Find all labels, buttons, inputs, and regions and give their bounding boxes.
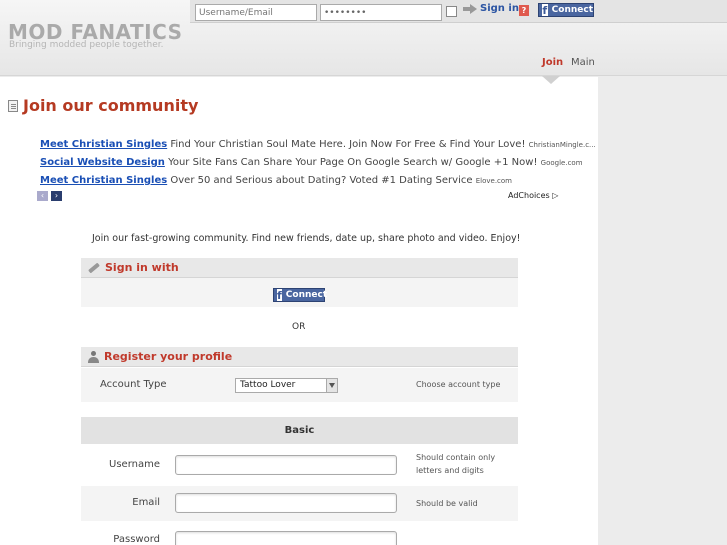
ad-link[interactable]: Social Website Design	[40, 157, 165, 168]
facebook-connect-button[interactable]: f Connect	[273, 288, 328, 302]
arrow-right-icon	[463, 3, 477, 14]
adchoices-link[interactable]: AdChoices ▷	[508, 191, 558, 200]
username-hint-line: Should contain only	[416, 453, 496, 462]
nav-tab-main[interactable]: Main	[571, 57, 595, 68]
nav-pointer-arrow	[542, 76, 560, 84]
username-label: Username	[109, 459, 160, 470]
chevron-down-icon	[326, 379, 337, 392]
ad-domain: ChristianMingle.c...	[528, 141, 596, 149]
register-section-header: Register your profile	[81, 346, 518, 367]
ad-line: Meet Christian Singles Find Your Christi…	[40, 139, 596, 150]
ad-line: Social Website Design Your Site Fans Can…	[40, 157, 583, 168]
signin-section-title: Sign in with	[105, 261, 179, 274]
ad-next-button[interactable]: ›	[51, 191, 62, 201]
user-icon	[88, 350, 99, 363]
username-hint: Should contain only letters and digits	[416, 451, 495, 477]
ad-link[interactable]: Meet Christian Singles	[40, 139, 167, 150]
facebook-icon: f	[542, 4, 548, 17]
facebook-connect-label: Connect	[285, 290, 328, 300]
document-icon	[8, 99, 18, 112]
email-label: Email	[132, 497, 160, 508]
ad-domain: Elove.com	[475, 177, 512, 185]
account-type-label: Account Type	[100, 379, 167, 390]
pencil-icon	[88, 262, 100, 273]
facebook-connect-label: Connect	[551, 5, 593, 15]
basic-section-header: Basic	[81, 417, 518, 444]
login-username-input[interactable]	[195, 4, 317, 21]
or-divider: OR	[292, 322, 306, 332]
password-input[interactable]	[175, 531, 397, 545]
ad-text: Your Site Fans Can Share Your Page On Go…	[168, 157, 538, 168]
email-input[interactable]	[175, 493, 397, 513]
ad-text: Over 50 and Serious about Dating? Voted …	[170, 175, 473, 186]
help-icon[interactable]: ?	[519, 5, 529, 16]
nav-tab-join[interactable]: Join	[542, 57, 563, 68]
signin-label: Sign in	[480, 3, 519, 14]
facebook-connect-button-top[interactable]: f Connect	[538, 3, 594, 17]
page-title: Join our community	[8, 96, 198, 115]
signin-button[interactable]: Sign in	[463, 3, 519, 14]
remember-me-checkbox[interactable]	[446, 6, 457, 17]
ad-line: Meet Christian Singles Over 50 and Serio…	[40, 175, 512, 186]
username-hint-line: letters and digits	[416, 466, 484, 475]
ad-link[interactable]: Meet Christian Singles	[40, 175, 167, 186]
account-type-hint: Choose account type	[416, 380, 501, 389]
username-input[interactable]	[175, 455, 397, 475]
account-type-select[interactable]: Tattoo Lover	[235, 378, 338, 393]
intro-text: Join our fast-growing community. Find ne…	[92, 233, 521, 244]
facebook-icon: f	[277, 289, 282, 302]
register-section-title: Register your profile	[104, 350, 233, 363]
login-password-input[interactable]	[320, 4, 442, 21]
page-title-text: Join our community	[23, 96, 199, 115]
account-type-value: Tattoo Lover	[240, 380, 296, 390]
site-tagline: Bringing modded people together.	[9, 40, 164, 50]
signin-section-header: Sign in with	[81, 257, 518, 278]
password-label: Password	[113, 534, 160, 545]
ad-text: Find Your Christian Soul Mate Here. Join…	[170, 139, 526, 150]
email-hint: Should be valid	[416, 499, 478, 508]
ad-domain: Google.com	[540, 159, 583, 167]
ad-prev-button[interactable]: ‹	[37, 191, 48, 201]
